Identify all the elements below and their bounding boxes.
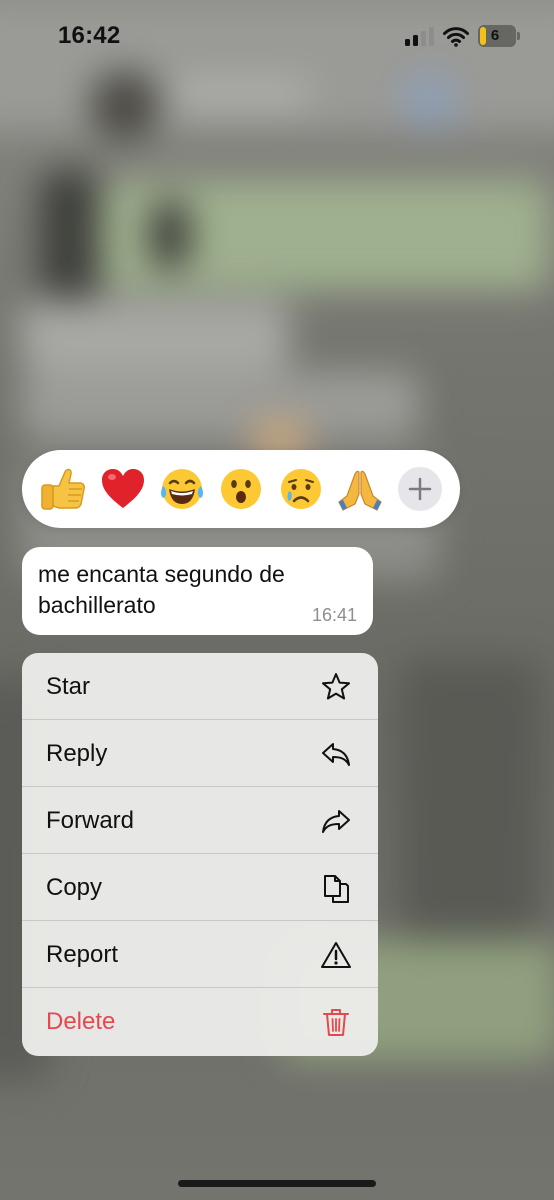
crying-face-icon[interactable] (276, 464, 326, 514)
battery-icon: 6 (478, 25, 516, 47)
menu-item-label: Copy (46, 874, 103, 901)
context-menu: Star Reply Forward Copy Report Delete (22, 653, 378, 1056)
menu-item-label: Delete (46, 1008, 116, 1035)
warning-icon (321, 942, 351, 968)
surprised-face-icon[interactable] (216, 464, 266, 514)
menu-item-delete[interactable]: Delete (22, 988, 378, 1055)
menu-item-label: Star (46, 673, 91, 700)
menu-item-copy[interactable]: Copy (22, 854, 378, 921)
wifi-icon (443, 27, 469, 47)
battery-level: 6 (490, 27, 500, 44)
laughing-face-icon[interactable] (157, 464, 207, 514)
message-bubble[interactable]: me encanta segundo de bachillerato 16:41 (22, 547, 373, 635)
reaction-bar (22, 450, 460, 528)
copy-icon (324, 875, 349, 903)
star-icon (322, 673, 350, 700)
trash-icon (323, 1009, 349, 1036)
menu-item-report[interactable]: Report (22, 921, 378, 988)
battery-nub (517, 32, 520, 40)
thumbs-up-icon[interactable] (38, 464, 88, 514)
menu-item-label: Reply (46, 740, 108, 767)
home-indicator[interactable] (178, 1180, 376, 1187)
menu-item-reply[interactable]: Reply (22, 720, 378, 787)
message-timestamp: 16:41 (311, 605, 357, 625)
praying-hands-icon[interactable] (335, 464, 385, 514)
status-time: 16:42 (58, 22, 121, 49)
menu-item-label: Report (46, 941, 119, 968)
menu-item-forward[interactable]: Forward (22, 787, 378, 854)
signal-icon (405, 27, 434, 46)
heart-icon[interactable] (98, 464, 148, 514)
forward-icon (322, 810, 350, 833)
message-text: me encanta segundo de bachillerato (38, 561, 285, 618)
menu-item-star[interactable]: Star (22, 653, 378, 720)
status-bar: 16:42 6 (0, 0, 554, 74)
reply-icon (322, 743, 350, 766)
menu-item-label: Forward (46, 807, 135, 834)
plus-icon[interactable] (398, 467, 442, 511)
